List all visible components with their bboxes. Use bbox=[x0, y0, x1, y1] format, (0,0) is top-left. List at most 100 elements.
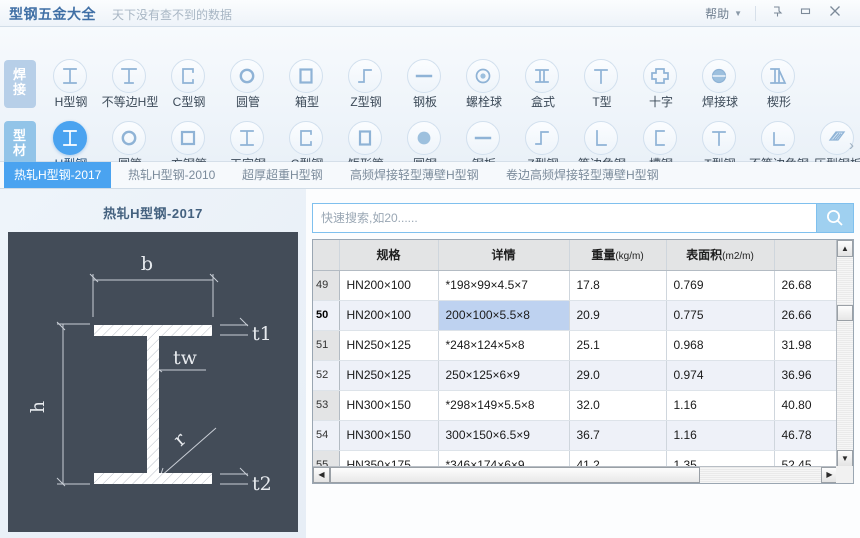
cell-detail[interactable]: *298×149×5.5×8 bbox=[438, 390, 570, 421]
ribbon-item-unequal-h-beam[interactable]: 不等边H型 bbox=[99, 57, 159, 109]
round-bar-icon bbox=[407, 121, 441, 155]
ribbon-item-welded-ball[interactable]: 焊接球 bbox=[689, 57, 749, 109]
bolt-ball-icon bbox=[466, 59, 500, 93]
t-steel-icon bbox=[702, 121, 736, 155]
cell-detail[interactable]: 200×100×5.5×8 bbox=[438, 300, 570, 331]
square-tube-icon bbox=[171, 121, 205, 155]
triangle-down-icon: ▼ bbox=[841, 453, 849, 463]
row-index[interactable]: 51 bbox=[313, 330, 340, 361]
t-section-icon bbox=[584, 59, 618, 93]
scroll-down-button[interactable]: ▼ bbox=[837, 450, 853, 467]
cell-detail[interactable]: *198×99×4.5×7 bbox=[438, 270, 570, 301]
cell-surface-area[interactable]: 1.16 bbox=[666, 420, 775, 451]
pin-icon[interactable] bbox=[766, 4, 788, 23]
search-input[interactable] bbox=[312, 203, 816, 233]
cell-weight[interactable]: 20.9 bbox=[569, 300, 667, 331]
table-header-1[interactable]: 规格 bbox=[339, 240, 439, 271]
tab-1[interactable]: 热轧H型钢-2010 bbox=[118, 162, 225, 188]
cell-weight[interactable]: 25.1 bbox=[569, 330, 667, 361]
label-tw: tw bbox=[173, 347, 198, 369]
scroll-left-button[interactable]: ◀ bbox=[313, 467, 330, 483]
unequal-h-beam-icon bbox=[112, 59, 146, 93]
ribbon-toolbar: 焊 接 型 材 H型钢 不等边H型 C型钢 圆管 箱型 Z型钢 钢板 螺栓球 盒式 T型 十字 焊接球… bbox=[0, 27, 860, 171]
ribbon-item-wedge[interactable]: 楔形 bbox=[748, 57, 808, 109]
h-beam-diagram: b t1 t2 tw h r bbox=[8, 232, 298, 532]
ribbon-item-label: C型钢 bbox=[172, 95, 206, 109]
cell-spec[interactable]: HN300×150 bbox=[339, 390, 439, 421]
help-menu[interactable]: 帮助 ▼ bbox=[705, 5, 742, 22]
row-index[interactable]: 52 bbox=[313, 360, 340, 391]
table-row[interactable]: 51 HN250×125 *248×124×5×8 25.1 0.968 31.98 bbox=[313, 330, 853, 361]
ribbon-item-c-channel[interactable]: C型钢 bbox=[158, 57, 218, 109]
table-header-4[interactable]: 表面积(m2/m) bbox=[666, 240, 775, 271]
ribbon-item-steel-plate[interactable]: 钢板 bbox=[394, 57, 454, 109]
equal-angle-icon bbox=[584, 121, 618, 155]
tab-4[interactable]: 卷边高频焊接轻型薄壁H型钢 bbox=[496, 162, 669, 188]
cell-weight[interactable]: 36.7 bbox=[569, 420, 667, 451]
ribbon-next-arrow-icon[interactable]: › bbox=[849, 137, 854, 154]
channel-steel-icon bbox=[643, 121, 677, 155]
triangle-right-icon: ▶ bbox=[826, 470, 833, 479]
ribbon-item-round-pipe[interactable]: 圆管 bbox=[217, 57, 277, 109]
vertical-scrollbar[interactable]: ▲ ▼ bbox=[836, 240, 853, 467]
ribbon-item-label: 楔形 bbox=[766, 95, 791, 109]
ribbon-item-t-section[interactable]: T型 bbox=[571, 57, 631, 109]
row-index[interactable]: 49 bbox=[313, 270, 340, 301]
cell-spec[interactable]: HN200×100 bbox=[339, 270, 439, 301]
table-row[interactable]: 53 HN300×150 *298×149×5.5×8 32.0 1.16 40.80 bbox=[313, 390, 853, 421]
cell-weight[interactable]: 17.8 bbox=[569, 270, 667, 301]
row-index[interactable]: 50 bbox=[313, 300, 340, 331]
table-row[interactable]: 50 HN200×100 200×100×5.5×8 20.9 0.775 26.66 bbox=[313, 300, 853, 331]
table-row[interactable]: 49 HN200×100 *198×99×4.5×7 17.8 0.769 26.68 bbox=[313, 270, 853, 301]
table-row[interactable]: 52 HN250×125 250×125×6×9 29.0 0.974 36.96 bbox=[313, 360, 853, 391]
horizontal-scrollbar[interactable]: ◀ ▶ bbox=[313, 466, 838, 483]
cell-spec[interactable]: HN250×125 bbox=[339, 330, 439, 361]
vertical-scroll-track[interactable] bbox=[837, 257, 853, 450]
cell-detail[interactable]: 250×125×6×9 bbox=[438, 360, 570, 391]
vertical-scroll-thumb[interactable] bbox=[837, 305, 853, 321]
c-channel-icon bbox=[289, 121, 323, 155]
ribbon-item-z-section[interactable]: Z型钢 bbox=[335, 57, 395, 109]
category-welding-char2: 接 bbox=[12, 82, 27, 97]
cell-surface-area[interactable]: 1.16 bbox=[666, 390, 775, 421]
cell-detail[interactable]: 300×150×6.5×9 bbox=[438, 420, 570, 451]
minimize-icon[interactable] bbox=[794, 4, 816, 23]
ribbon-item-box-section[interactable]: 箱型 bbox=[276, 57, 336, 109]
ribbon-item-box-type[interactable]: 盒式 bbox=[512, 57, 572, 109]
ribbon-item-bolt-ball[interactable]: 螺栓球 bbox=[453, 57, 513, 109]
search-button[interactable] bbox=[816, 203, 854, 233]
category-profile-char1: 型 bbox=[12, 128, 27, 143]
title-bar: 型钢五金大全 天下没有查不到的数据 帮助 ▼ bbox=[0, 0, 860, 27]
help-label: 帮助 bbox=[705, 7, 730, 21]
table-header-2[interactable]: 详情 bbox=[438, 240, 570, 271]
tab-2[interactable]: 超厚超重H型钢 bbox=[232, 162, 333, 188]
ribbon-item-label: T型 bbox=[592, 95, 612, 109]
row-index[interactable]: 54 bbox=[313, 420, 340, 451]
cell-surface-area[interactable]: 0.775 bbox=[666, 300, 775, 331]
tab-0[interactable]: 热轧H型钢-2017 bbox=[4, 162, 112, 188]
cell-surface-area[interactable]: 0.769 bbox=[666, 270, 775, 301]
row-index[interactable]: 53 bbox=[313, 390, 340, 421]
category-welding[interactable]: 焊 接 bbox=[4, 60, 36, 108]
cell-spec[interactable]: HN250×125 bbox=[339, 360, 439, 391]
app-subtitle: 天下没有查不到的数据 bbox=[112, 8, 233, 22]
table-header-0[interactable] bbox=[313, 240, 340, 271]
horizontal-scroll-thumb[interactable] bbox=[330, 467, 700, 483]
scroll-up-button[interactable]: ▲ bbox=[837, 240, 853, 257]
table-header-3[interactable]: 重量(kg/m) bbox=[569, 240, 667, 271]
cell-weight[interactable]: 32.0 bbox=[569, 390, 667, 421]
cell-weight[interactable]: 29.0 bbox=[569, 360, 667, 391]
cell-surface-area[interactable]: 0.968 bbox=[666, 330, 775, 361]
cell-detail[interactable]: *248×124×5×8 bbox=[438, 330, 570, 361]
cell-spec[interactable]: HN200×100 bbox=[339, 300, 439, 331]
ribbon-item-cross-section[interactable]: 十字 bbox=[630, 57, 690, 109]
label-h: h bbox=[27, 401, 49, 413]
tab-3[interactable]: 高频焊接轻型薄壁H型钢 bbox=[340, 162, 489, 188]
table-row[interactable]: 54 HN300×150 300×150×6.5×9 36.7 1.16 46.78 bbox=[313, 420, 853, 451]
cell-spec[interactable]: HN300×150 bbox=[339, 420, 439, 451]
content-panel: 规格详情重量(kg/m)表面积(m2/m)截面积(cm 49HN200×100*… bbox=[306, 189, 860, 538]
ribbon-item-h-beam[interactable]: H型钢 bbox=[40, 57, 100, 109]
label-t2: t2 bbox=[252, 473, 272, 495]
close-icon[interactable] bbox=[824, 4, 846, 23]
cell-surface-area[interactable]: 0.974 bbox=[666, 360, 775, 391]
